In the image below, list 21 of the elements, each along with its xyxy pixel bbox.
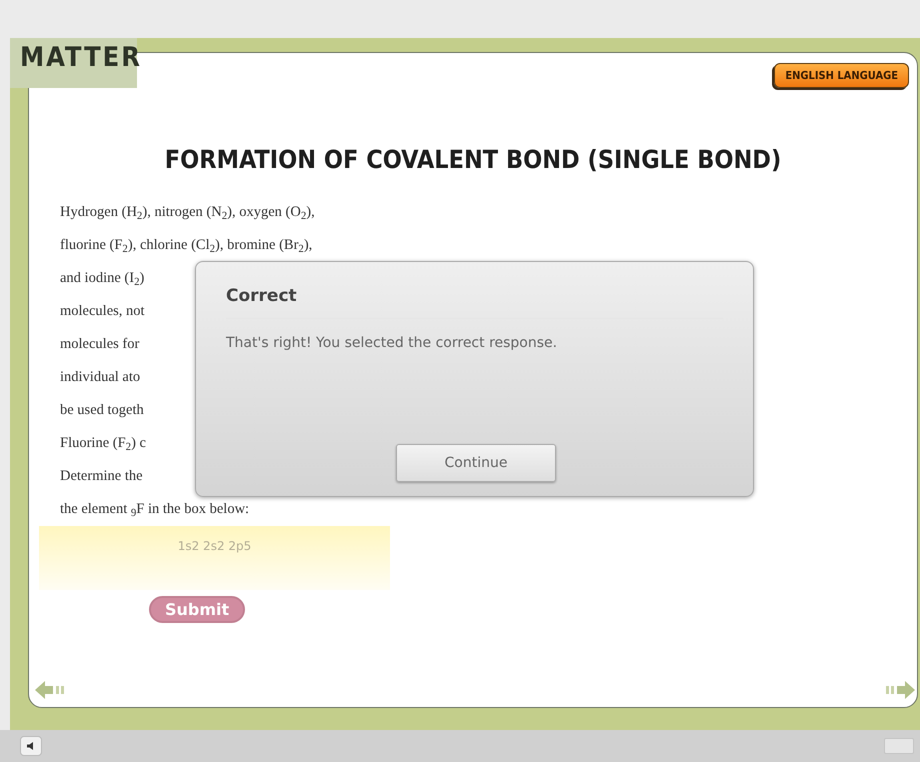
- speaker-icon: [26, 741, 36, 751]
- paragraph-line: and iodine (I$_{2}$): [60, 269, 144, 290]
- paragraph-line: Fluorine (F$_{2}$) c: [60, 434, 146, 455]
- dialog-title: Correct: [226, 286, 723, 319]
- dialog-message: That's right! You selected the correct response.: [226, 335, 558, 351]
- continue-button[interactable]: Continue: [396, 444, 556, 482]
- language-button[interactable]: ENGLISH LANGUAGE: [774, 63, 909, 88]
- paragraph-line: individual ato: [60, 368, 140, 387]
- paragraph-line: molecules for: [60, 335, 140, 354]
- paragraph-line: molecules, not: [60, 302, 145, 321]
- paragraph-line: fluorine (F$_{2}$), chlorine (Cl$_{2}$), bromine (Br$_{2}$),: [60, 236, 312, 257]
- paragraph-line: the element $_{9}$F in the box below:: [60, 500, 250, 521]
- corner-button[interactable]: [884, 738, 914, 754]
- paragraph-line: be used togeth: [60, 401, 144, 420]
- back-arrow-icon[interactable]: [35, 681, 67, 699]
- audio-button[interactable]: [20, 736, 42, 756]
- lesson-heading: FORMATION OF COVALENT BOND (SINGLE BOND): [164, 145, 782, 174]
- paragraph-line: Hydrogen (H$_{2}$), nitrogen (N$_{2}$), oxygen (O$_{2}$),: [60, 203, 315, 224]
- paragraph-line: Determine the: [60, 467, 143, 486]
- next-arrow-icon[interactable]: [883, 681, 915, 699]
- course-title: MATTER: [10, 38, 137, 88]
